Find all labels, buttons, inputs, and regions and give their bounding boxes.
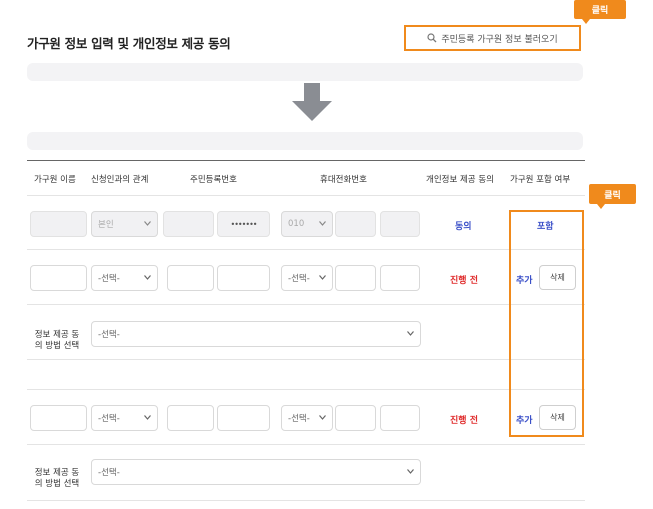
rrn-front-input[interactable] [163, 211, 214, 237]
chevron-down-icon [407, 331, 414, 336]
phone-prefix-value: -선택- [288, 274, 310, 284]
chevron-down-icon [319, 415, 326, 420]
rrn-back-input[interactable] [217, 265, 270, 291]
load-household-label: 주민등록 가구원 정보 불러오기 [441, 34, 558, 45]
th-rrn: 주민등록번호 [190, 175, 237, 185]
table-header-line [27, 160, 585, 161]
phone-last-input[interactable] [380, 405, 420, 431]
rrn-mask: ••••••• [230, 219, 257, 229]
chevron-down-icon [319, 221, 326, 226]
placeholder-bar [27, 63, 583, 81]
consent-method-select[interactable]: -선택- [91, 321, 421, 347]
phone-prefix-select[interactable]: -선택- [281, 265, 333, 291]
page-title: 가구원 정보 입력 및 개인정보 제공 동의 [27, 36, 231, 51]
rrn-front-input[interactable] [167, 265, 214, 291]
name-input[interactable] [30, 265, 87, 291]
divider [27, 359, 585, 360]
chevron-down-icon [144, 415, 151, 420]
name-input[interactable] [30, 405, 87, 431]
consent-status: 진행 전 [450, 416, 478, 426]
th-include: 가구원 포함 여부 [510, 175, 571, 185]
rrn-back-input[interactable] [217, 405, 270, 431]
click-badge: 클릭 [589, 184, 636, 209]
relation-select[interactable]: 본인 [91, 211, 158, 237]
consent-method-label: 정보 제공 동의 방법 선택 [34, 468, 80, 489]
arrow-down-icon [292, 83, 332, 121]
consent-status: 진행 전 [450, 276, 478, 286]
rrn-front-input[interactable] [167, 405, 214, 431]
rrn-back-input[interactable]: ••••••• [217, 211, 270, 237]
phone-prefix-select[interactable]: -선택- [281, 405, 333, 431]
consent-method-select[interactable]: -선택- [91, 459, 421, 485]
consent-status: 동의 [455, 222, 472, 232]
consent-method-label: 정보 제공 동의 방법 선택 [34, 330, 80, 351]
phone-prefix-value: 010 [288, 219, 305, 229]
relation-value: -선택- [98, 414, 120, 424]
phone-mid-input[interactable] [335, 265, 376, 291]
phone-last-input[interactable] [380, 211, 420, 237]
search-icon [427, 33, 437, 43]
phone-prefix-select[interactable]: 010 [281, 211, 333, 237]
phone-last-input[interactable] [380, 265, 420, 291]
load-household-button[interactable]: 주민등록 가구원 정보 불러오기 [404, 25, 581, 51]
highlight-frame [509, 210, 584, 437]
chevron-down-icon [144, 275, 151, 280]
name-input[interactable] [30, 211, 87, 237]
relation-value: -선택- [98, 274, 120, 284]
phone-mid-input[interactable] [335, 405, 376, 431]
chevron-down-icon [319, 275, 326, 280]
placeholder-bar [27, 132, 583, 150]
phone-mid-input[interactable] [335, 211, 376, 237]
divider [27, 304, 585, 305]
divider [27, 195, 585, 196]
chevron-down-icon [407, 469, 414, 474]
relation-select[interactable]: -선택- [91, 265, 158, 291]
divider [27, 249, 585, 250]
divider [27, 500, 585, 501]
th-name: 가구원 이름 [34, 175, 76, 185]
th-consent: 개인정보 제공 동의 [426, 175, 494, 185]
divider [27, 389, 585, 390]
consent-method-value: -선택- [98, 330, 120, 340]
chevron-down-icon [144, 221, 151, 226]
relation-select[interactable]: -선택- [91, 405, 158, 431]
consent-method-value: -선택- [98, 468, 120, 478]
phone-prefix-value: -선택- [288, 414, 310, 424]
divider [27, 444, 585, 445]
relation-value: 본인 [98, 220, 114, 230]
th-relation: 신청인과의 관계 [91, 175, 149, 185]
click-badge: 클릭 [574, 0, 626, 24]
th-phone: 휴대전화번호 [320, 175, 367, 185]
